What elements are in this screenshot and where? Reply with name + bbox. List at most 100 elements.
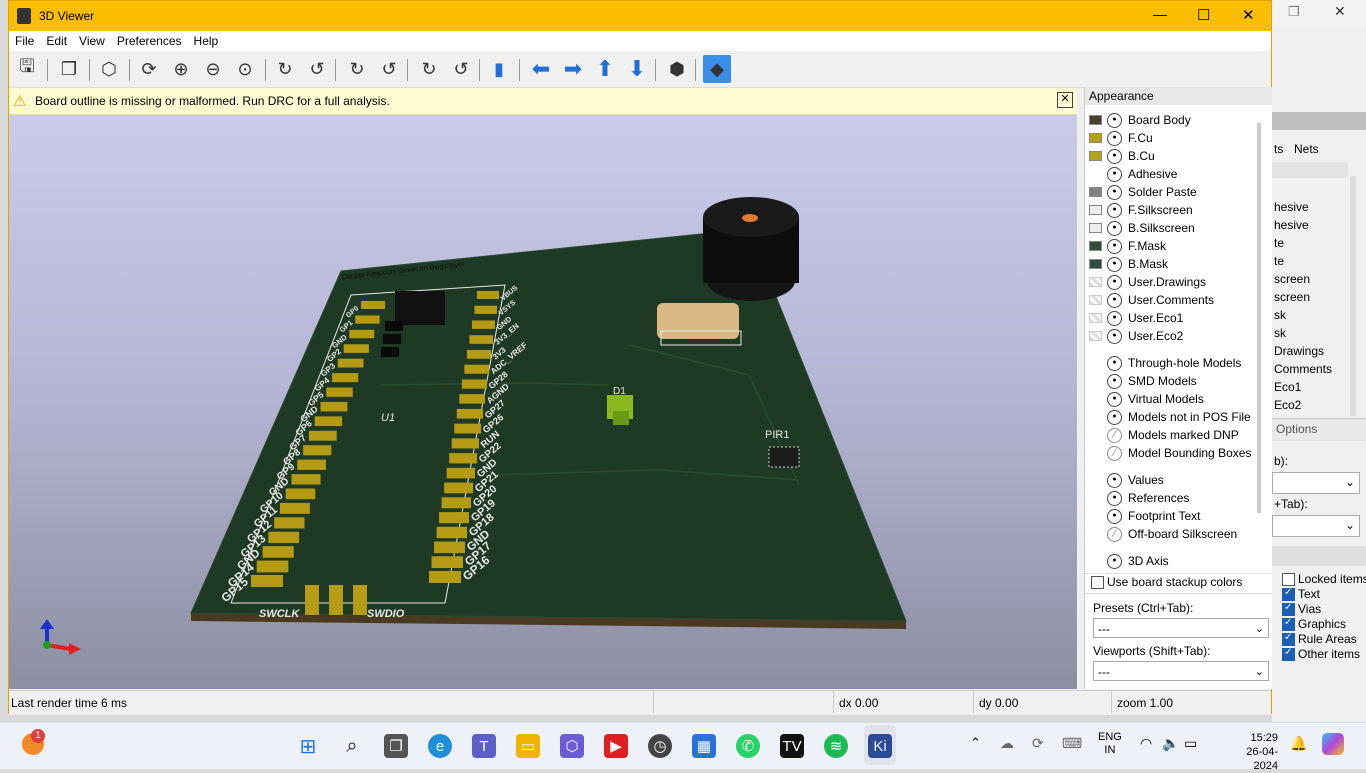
rotate-y-cw-icon[interactable]: ↻ [343, 55, 371, 83]
layer-color-swatch[interactable] [1089, 295, 1102, 305]
eye-icon[interactable] [1107, 184, 1122, 200]
tab-nets[interactable]: Nets [1294, 142, 1319, 158]
background-layer-item[interactable]: te [1272, 252, 1348, 270]
visibility-row[interactable]: Virtual Models [1107, 390, 1204, 408]
eye-icon[interactable] [1107, 328, 1122, 344]
eye-hidden-icon[interactable] [1107, 526, 1122, 542]
checkbox-icon[interactable] [1091, 575, 1104, 589]
battery-icon[interactable]: ▭ [1184, 735, 1197, 752]
layer-row[interactable]: Board Body [1089, 111, 1191, 129]
background-checkbox-row[interactable]: Locked items [1282, 572, 1366, 587]
background-layer-item[interactable]: sk [1272, 306, 1348, 324]
flip-board-icon[interactable]: ▮ [485, 55, 513, 83]
eye-icon[interactable] [1107, 112, 1122, 128]
close-button[interactable]: ✕ [1242, 6, 1255, 24]
checkbox-icon[interactable] [1282, 617, 1295, 632]
rotate-z-cw-icon[interactable]: ↻ [415, 55, 443, 83]
rotate-y-ccw-icon[interactable]: ↺ [375, 55, 403, 83]
layer-color-swatch[interactable] [1089, 151, 1102, 161]
checkbox-icon[interactable] [1282, 573, 1295, 587]
layer-color-swatch[interactable] [1089, 277, 1102, 287]
visibility-row[interactable]: Models not in POS File [1107, 408, 1251, 426]
background-layer-item[interactable]: Comments [1272, 360, 1348, 378]
layer-color-swatch[interactable] [1089, 241, 1102, 251]
visibility-row[interactable]: Off-board Silkscreen [1107, 525, 1237, 543]
close-icon[interactable]: ✕ [1334, 3, 1346, 20]
tab-layers-fragment[interactable]: ts [1274, 142, 1283, 158]
layer-row[interactable]: B.Mask [1089, 255, 1168, 273]
layer-row[interactable]: B.Silkscreen [1089, 219, 1195, 237]
app-icon[interactable]: ⬡ [560, 734, 584, 758]
layer-color-swatch[interactable] [1089, 223, 1102, 233]
windows-start-icon[interactable]: ⊞ [296, 734, 320, 758]
youtube-icon[interactable]: ▶ [604, 734, 628, 758]
file-explorer-icon[interactable]: ▭ [516, 734, 540, 758]
layer-row[interactable]: User.Drawings [1089, 273, 1206, 291]
language-indicator[interactable]: ENG IN [1098, 731, 1122, 757]
visibility-row[interactable]: Values [1107, 471, 1164, 489]
checkbox-icon[interactable] [1282, 602, 1295, 617]
store-icon[interactable]: ▦ [692, 734, 716, 758]
rotate-z-ccw-icon[interactable]: ↺ [447, 55, 475, 83]
background-checkbox-row[interactable]: Vias [1282, 602, 1366, 617]
eye-icon[interactable] [1107, 274, 1122, 290]
eye-icon[interactable] [1107, 202, 1122, 218]
layer-row[interactable]: User.Comments [1089, 291, 1214, 309]
eye-icon[interactable] [1107, 166, 1122, 182]
background-layer-item[interactable]: sk [1272, 324, 1348, 342]
appearance-scrollbar[interactable] [1257, 123, 1261, 513]
whatsapp-icon[interactable]: ✆ [736, 734, 760, 758]
eye-icon[interactable] [1107, 391, 1122, 407]
eye-hidden-icon[interactable] [1107, 445, 1122, 461]
search-icon[interactable]: ⌕ [340, 734, 364, 758]
background-layer-item[interactable]: Eco1 [1272, 378, 1348, 396]
move-left-icon[interactable]: ⬅ [527, 55, 555, 83]
eye-icon[interactable] [1107, 490, 1122, 506]
layer-row[interactable]: User.Eco2 [1089, 327, 1183, 345]
tradingview-icon[interactable]: TV [780, 734, 804, 758]
layer-color-swatch[interactable] [1089, 133, 1102, 143]
presets-select[interactable]: --- ⌄ [1093, 618, 1269, 638]
minimize-button[interactable]: — [1153, 6, 1167, 22]
appearance-toggle-icon[interactable]: ◆ [703, 55, 731, 83]
layer-color-swatch[interactable] [1089, 259, 1102, 269]
wifi-icon[interactable]: ◠ [1140, 735, 1152, 752]
volume-icon[interactable]: 🔈 [1162, 735, 1179, 752]
eye-icon[interactable] [1107, 355, 1122, 371]
menu-view[interactable]: View [73, 31, 111, 51]
eye-icon[interactable] [1107, 553, 1122, 569]
move-down-icon[interactable]: ⬇ [623, 55, 651, 83]
teams-icon[interactable]: T [472, 734, 496, 758]
background-layer-item[interactable]: hesive [1272, 198, 1348, 216]
background-layer-item[interactable]: Drawings [1272, 342, 1348, 360]
eye-icon[interactable] [1107, 256, 1122, 272]
eye-icon[interactable] [1107, 238, 1122, 254]
eye-icon[interactable] [1107, 292, 1122, 308]
background-layer-item[interactable]: Eco2 [1272, 396, 1348, 414]
layer-color-swatch[interactable] [1089, 205, 1102, 215]
viewports-select[interactable]: --- ⌄ [1093, 661, 1269, 681]
eye-icon[interactable] [1107, 148, 1122, 164]
zoom-fit-icon[interactable]: ⊙ [231, 55, 259, 83]
background-options-bar[interactable]: Options [1272, 418, 1366, 441]
3d-viewport[interactable]: Copper Keepouts shown on Dwgs layer GP0 G… [9, 115, 1077, 689]
zoom-out-icon[interactable]: ⊖ [199, 55, 227, 83]
eye-icon[interactable] [1107, 220, 1122, 236]
clock-icon[interactable]: ◷ [648, 734, 672, 758]
layer-color-swatch[interactable] [1089, 187, 1102, 197]
background-layer-item[interactable]: hesive [1272, 216, 1348, 234]
layer-color-swatch[interactable] [1089, 331, 1102, 341]
orthographic-icon[interactable]: ⬢ [663, 55, 691, 83]
rotate-x-cw-icon[interactable]: ↻ [271, 55, 299, 83]
bg-select-2[interactable]: ⌄ [1272, 515, 1360, 537]
eye-icon[interactable] [1107, 409, 1122, 425]
restore-icon[interactable]: ❐ [1288, 4, 1300, 20]
onedrive-icon[interactable]: ☁ [1000, 735, 1014, 752]
visibility-row[interactable]: SMD Models [1107, 372, 1197, 390]
move-up-icon[interactable]: ⬆ [591, 55, 619, 83]
copy-icon[interactable]: ❐ [55, 55, 83, 83]
maximize-button[interactable]: ☐ [1197, 6, 1210, 24]
background-layer-item[interactable]: te [1272, 234, 1348, 252]
keyboard-icon[interactable]: ⌨ [1062, 735, 1082, 752]
eye-icon[interactable] [1107, 508, 1122, 524]
